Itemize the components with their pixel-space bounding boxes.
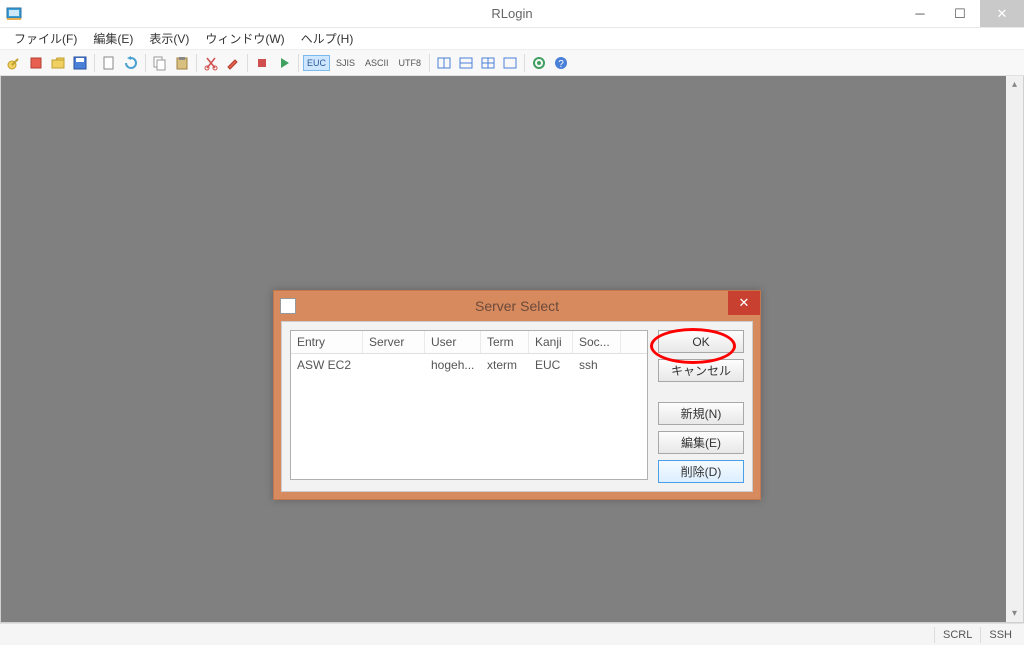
- menu-view[interactable]: 表示(V): [141, 28, 197, 49]
- list-header: Entry Server User Term Kanji Soc...: [291, 331, 647, 354]
- cell-soc: ssh: [573, 354, 621, 376]
- toolbar-settings-icon[interactable]: [529, 53, 549, 73]
- toolbar-save-icon[interactable]: [70, 53, 90, 73]
- close-button[interactable]: ✕: [980, 0, 1024, 27]
- server-select-dialog: Server Select ✕ Entry Server User Term K…: [273, 290, 761, 500]
- col-header-kanji[interactable]: Kanji: [529, 331, 573, 353]
- toolbar-single-icon[interactable]: [500, 53, 520, 73]
- minimize-button[interactable]: ─: [900, 0, 940, 27]
- toolbar-separator: [429, 54, 430, 72]
- toolbar-copy-icon[interactable]: [150, 53, 170, 73]
- cell-user: hogeh...: [425, 354, 481, 376]
- cell-kanji: EUC: [529, 354, 573, 376]
- toolbar-split-grid-icon[interactable]: [478, 53, 498, 73]
- menubar: ファイル(F) 編集(E) 表示(V) ウィンドウ(W) ヘルプ(H): [0, 28, 1024, 50]
- toolbar-connect-icon[interactable]: [4, 53, 24, 73]
- toolbar-color-icon[interactable]: [223, 53, 243, 73]
- statusbar: SCRL SSH: [0, 623, 1024, 645]
- delete-button[interactable]: 削除(D): [658, 460, 744, 483]
- list-row[interactable]: ASW EC2 hogeh... xterm EUC ssh: [291, 354, 647, 376]
- server-list[interactable]: Entry Server User Term Kanji Soc... ASW …: [290, 330, 648, 480]
- toolbar-disconnect-icon[interactable]: [26, 53, 46, 73]
- toolbar-separator: [298, 54, 299, 72]
- dialog-close-button[interactable]: ✕: [728, 291, 760, 315]
- status-scrl: SCRL: [934, 627, 980, 643]
- toolbar-cut-icon[interactable]: [201, 53, 221, 73]
- toolbar-separator: [524, 54, 525, 72]
- new-button[interactable]: 新規(N): [658, 402, 744, 425]
- edit-button[interactable]: 編集(E): [658, 431, 744, 454]
- titlebar: RLogin ─ ☐ ✕: [0, 0, 1024, 28]
- vertical-scrollbar[interactable]: ▴ ▾: [1006, 76, 1023, 622]
- dialog-title: Server Select: [475, 298, 559, 314]
- toolbar-record-icon[interactable]: [252, 53, 272, 73]
- dialog-icon: [280, 298, 296, 314]
- col-header-server[interactable]: Server: [363, 331, 425, 353]
- maximize-button[interactable]: ☐: [940, 0, 980, 27]
- toolbar-paste-icon[interactable]: [172, 53, 192, 73]
- col-header-entry[interactable]: Entry: [291, 331, 363, 353]
- toolbar: EUC SJIS ASCII UTF8 ?: [0, 50, 1024, 76]
- toolbar-split-v-icon[interactable]: [456, 53, 476, 73]
- scroll-down-icon[interactable]: ▾: [1006, 605, 1023, 622]
- app-icon: [6, 6, 22, 22]
- menu-help[interactable]: ヘルプ(H): [293, 28, 362, 49]
- menu-file[interactable]: ファイル(F): [6, 28, 85, 49]
- svg-text:?: ?: [558, 59, 564, 70]
- toolbar-separator: [196, 54, 197, 72]
- dialog-titlebar[interactable]: Server Select ✕: [274, 291, 760, 321]
- toolbar-doc-icon[interactable]: [99, 53, 119, 73]
- toolbar-split-h-icon[interactable]: [434, 53, 454, 73]
- menu-edit[interactable]: 編集(E): [85, 28, 141, 49]
- toolbar-help-icon[interactable]: ?: [551, 53, 571, 73]
- toolbar-separator: [94, 54, 95, 72]
- col-header-user[interactable]: User: [425, 331, 481, 353]
- cell-entry: ASW EC2: [291, 354, 363, 376]
- col-header-soc[interactable]: Soc...: [573, 331, 621, 353]
- dialog-button-column: OK キャンセル 新規(N) 編集(E) 削除(D): [658, 330, 744, 483]
- status-ssh: SSH: [980, 627, 1020, 643]
- cell-term: xterm: [481, 354, 529, 376]
- col-header-term[interactable]: Term: [481, 331, 529, 353]
- window-title: RLogin: [491, 6, 532, 21]
- terminal-area: ▴ ▾ Server Select ✕ Entry Server User Te…: [0, 76, 1024, 623]
- menu-window[interactable]: ウィンドウ(W): [197, 28, 292, 49]
- toolbar-separator: [145, 54, 146, 72]
- toolbar-enc-sjis[interactable]: SJIS: [332, 55, 359, 71]
- toolbar-separator: [247, 54, 248, 72]
- toolbar-refresh-icon[interactable]: [121, 53, 141, 73]
- toolbar-enc-utf8[interactable]: UTF8: [395, 55, 426, 71]
- toolbar-enc-ascii[interactable]: ASCII: [361, 55, 393, 71]
- scroll-up-icon[interactable]: ▴: [1006, 76, 1023, 93]
- toolbar-open-icon[interactable]: [48, 53, 68, 73]
- ok-button[interactable]: OK: [658, 330, 744, 353]
- toolbar-enc-euc[interactable]: EUC: [303, 55, 330, 71]
- toolbar-play-icon[interactable]: [274, 53, 294, 73]
- cancel-button[interactable]: キャンセル: [658, 359, 744, 382]
- cell-server: [363, 354, 425, 376]
